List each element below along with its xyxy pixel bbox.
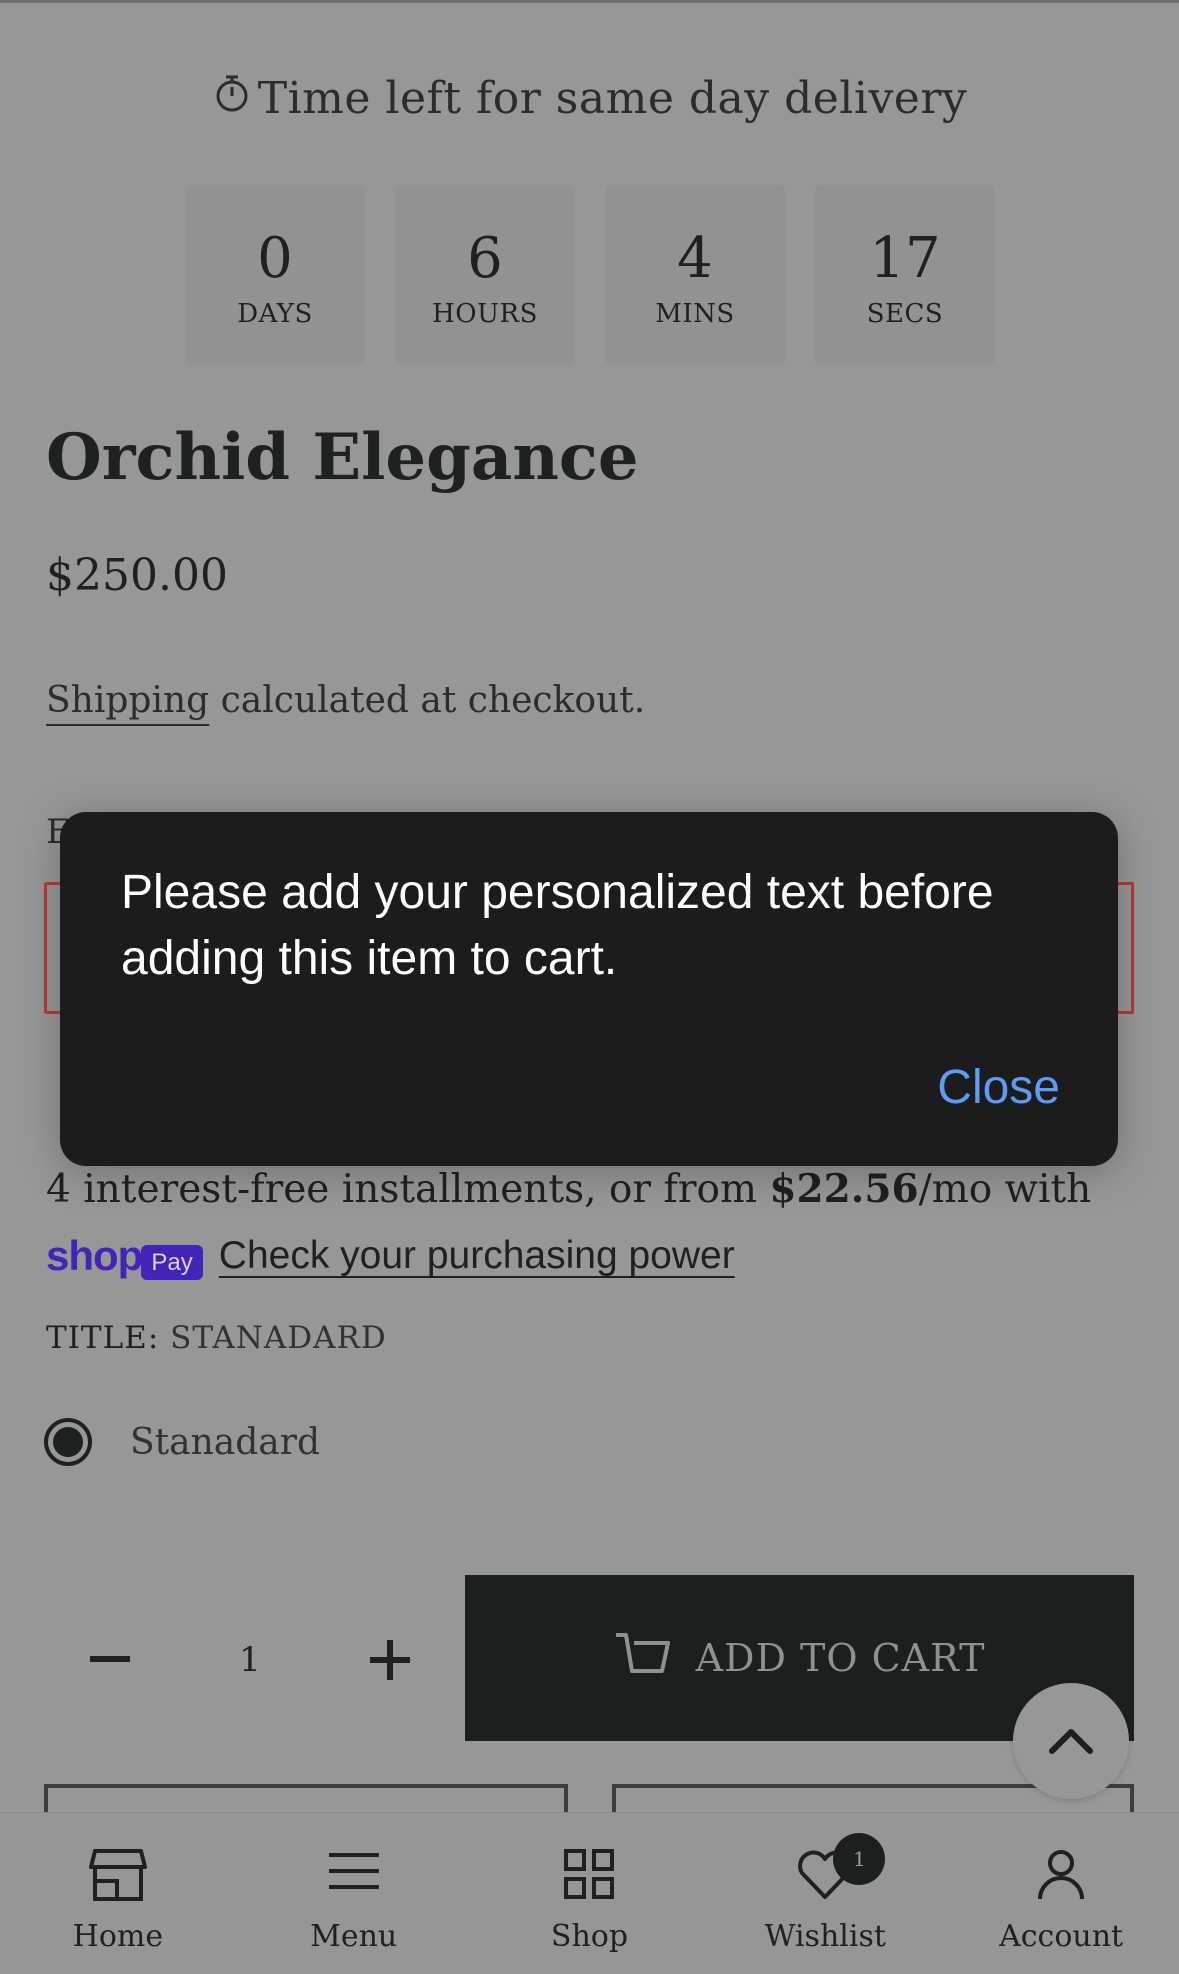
alert-close-button[interactable]: Close [937,1060,1060,1115]
nav-label: Home [72,1919,164,1954]
product-price: $250.00 [46,550,228,601]
quantity-value: 1 [239,1640,261,1680]
add-to-cart-label: ADD TO CART [695,1636,986,1680]
timer-heading-text: Time left for same day delivery [257,73,968,124]
variant-radio-label: Stanadard [130,1421,321,1463]
countdown-value: 4 [677,226,713,291]
countdown: 0 DAYS 6 HOURS 4 MINS 17 SECS [185,185,995,365]
shop-pay-row: shop Pay Check your purchasing power [46,1232,735,1280]
variant-option-name: TITLE: [46,1320,160,1356]
shop-pay-badge: Pay [141,1245,203,1280]
quantity-increase-button[interactable] [350,1620,430,1700]
shipping-note-text: calculated at checkout. [209,680,646,721]
minus-icon [90,1656,130,1662]
shipping-note: Shipping calculated at checkout. [46,680,645,721]
nav-label: Account [999,1919,1124,1954]
nav-shop[interactable]: Shop [472,1813,708,1974]
nav-wishlist[interactable]: 1 Wishlist [707,1813,943,1974]
chevron-up-icon [1049,1729,1093,1754]
user-icon [1038,1850,1085,1900]
variant-radio-stanadard[interactable]: Stanadard [44,1418,320,1466]
stopwatch-icon [212,72,252,125]
nav-label: Menu [310,1919,398,1954]
shop-pay-logo: shop Pay [46,1232,203,1280]
radio-selected-dot [53,1427,83,1457]
countdown-label: DAYS [237,299,313,329]
countdown-value: 0 [257,226,293,291]
installments-prefix: 4 interest-free installments, or from [46,1167,770,1212]
scroll-to-top-button[interactable] [1013,1683,1129,1799]
countdown-value: 17 [869,226,941,291]
top-divider [0,0,1179,3]
radio-button[interactable] [44,1418,92,1466]
countdown-label: SECS [866,299,944,329]
bottom-nav: Home Menu Shop 1 Wishlist Account [0,1812,1179,1974]
nav-label: Shop [550,1919,629,1954]
menu-icon [328,1853,379,1889]
shop-pay-wordmark: shop [46,1232,143,1279]
installments-amount: $22.56 [769,1166,919,1212]
countdown-value: 6 [467,226,503,291]
nav-menu[interactable]: Menu [236,1813,472,1974]
nav-label: Wishlist [764,1919,886,1954]
installments-suffix: /mo with [918,1167,1092,1212]
cart-icon [614,1629,672,1688]
alert-dialog: Please add your personalized text before… [60,812,1118,1166]
nav-account[interactable]: Account [943,1813,1179,1974]
store-icon [88,1849,147,1901]
alert-message: Please add your personalized text before… [121,866,994,985]
installments-text: 4 interest-free installments, or from $2… [46,1167,1092,1212]
countdown-days: 0 DAYS [185,185,365,365]
wishlist-count-badge: 1 [833,1833,886,1885]
countdown-hours: 6 HOURS [395,185,575,365]
plus-icon [369,1640,410,1680]
product-title: Orchid Elegance [46,420,639,495]
grid-icon [564,1849,615,1899]
countdown-mins: 4 MINS [605,185,785,365]
countdown-label: HOURS [432,299,538,329]
quantity-stepper: 1 [70,1620,430,1700]
variant-option-value: STANADARD [170,1320,387,1356]
check-purchasing-power-link[interactable]: Check your purchasing power [219,1234,735,1278]
variant-option-heading: TITLE: STANADARD [46,1320,387,1356]
shipping-link[interactable]: Shipping [46,680,209,721]
quantity-decrease-button[interactable] [70,1620,150,1700]
countdown-label: MINS [655,299,735,329]
delivery-timer-heading: Time left for same day delivery [0,72,1179,125]
countdown-secs: 17 SECS [815,185,995,365]
nav-home[interactable]: Home [0,1813,236,1974]
